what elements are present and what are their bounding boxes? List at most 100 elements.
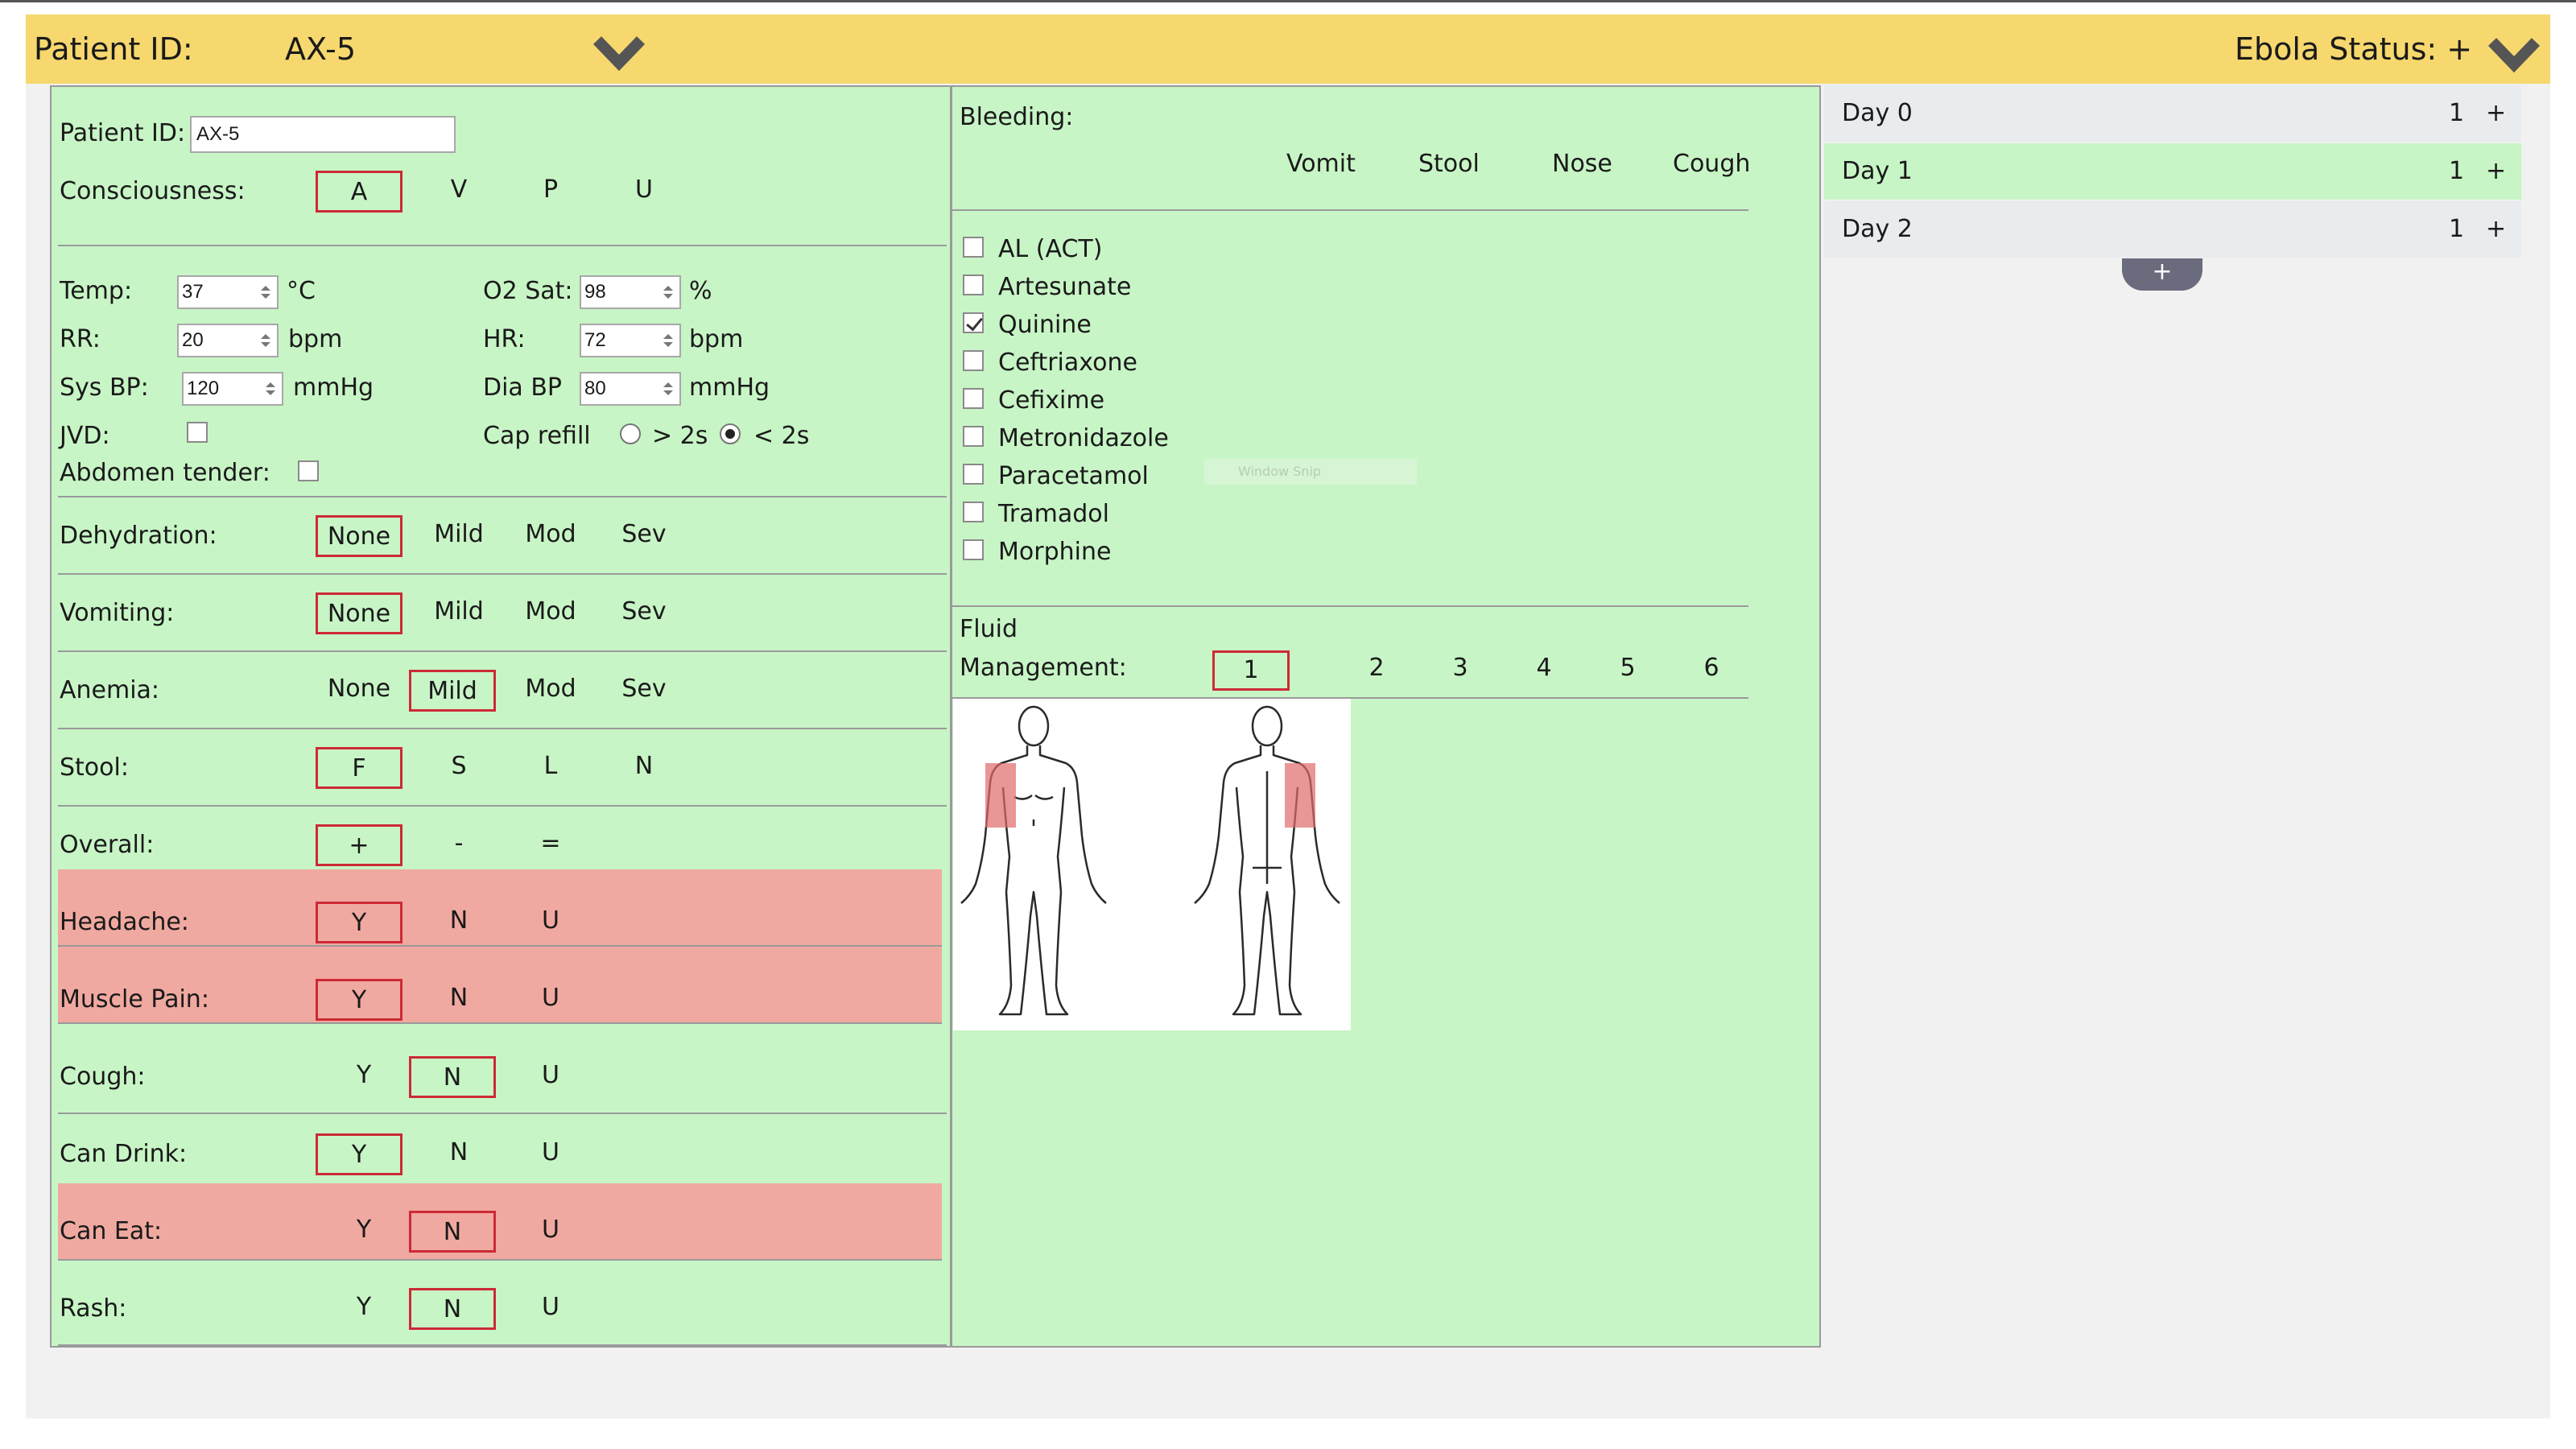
headache-option-y[interactable]: Y — [316, 902, 402, 943]
stool-option-f[interactable]: F — [316, 747, 402, 789]
chevron-down-icon[interactable] — [591, 29, 647, 77]
med-morphine-checkbox[interactable] — [963, 539, 984, 560]
dehydration-option-sev[interactable]: Sev — [609, 515, 679, 557]
can-eat-option-n[interactable]: N — [409, 1211, 496, 1253]
day-add-icon[interactable]: + — [2486, 85, 2506, 142]
stool-option-s[interactable]: S — [435, 747, 483, 789]
consciousness-option-p[interactable]: P — [526, 171, 575, 213]
day-count: 1 — [2449, 99, 2465, 127]
divider — [58, 245, 947, 246]
med-artesunate-checkbox[interactable] — [963, 275, 984, 295]
temp-label: Temp: — [60, 277, 133, 305]
vomiting-option-sev[interactable]: Sev — [609, 592, 679, 634]
overall-option-plus[interactable]: + — [316, 824, 402, 866]
cap-refill-lt2s-radio[interactable] — [720, 423, 741, 444]
fluid-option-3[interactable]: 3 — [1444, 650, 1476, 691]
fluid-option-2[interactable]: 2 — [1360, 650, 1393, 691]
overall-label: Overall: — [60, 831, 155, 859]
cough-option-u[interactable]: U — [526, 1056, 575, 1098]
can-eat-option-u[interactable]: U — [526, 1211, 575, 1253]
fluid-option-5[interactable]: 5 — [1612, 650, 1644, 691]
column-divider — [950, 87, 952, 1346]
rr-input[interactable]: 20 — [177, 324, 279, 357]
patient-id-input[interactable]: AX-5 — [190, 116, 456, 153]
bleeding-col-nose[interactable]: Nose — [1552, 150, 1612, 178]
fluid-management-label: Management: — [960, 654, 1127, 682]
day-add-icon[interactable]: + — [2486, 143, 2506, 200]
med-cefixime-checkbox[interactable] — [963, 388, 984, 409]
bleeding-col-stool[interactable]: Stool — [1418, 150, 1480, 178]
dehydration-option-none[interactable]: None — [316, 515, 402, 557]
vomiting-option-mild[interactable]: Mild — [422, 592, 496, 634]
fluid-option-1[interactable]: 1 — [1212, 650, 1290, 691]
temp-input[interactable]: 37 — [177, 275, 279, 309]
overall-option-equal[interactable]: = — [526, 824, 575, 866]
rash-option-n[interactable]: N — [409, 1288, 496, 1330]
med-tramadol-checkbox[interactable] — [963, 502, 984, 522]
diabp-label: Dia BP — [483, 374, 563, 402]
sysbp-label: Sys BP: — [60, 374, 149, 402]
fluid-option-6[interactable]: 6 — [1695, 650, 1728, 691]
med-al-act-checkbox[interactable] — [963, 237, 984, 258]
day-item[interactable]: Day 2 1 + — [1824, 201, 2521, 258]
rash-option-y[interactable]: Y — [340, 1288, 388, 1330]
can-drink-label: Can Drink: — [60, 1140, 188, 1168]
muscle-pain-option-u[interactable]: U — [526, 979, 575, 1021]
vomiting-option-mod[interactable]: Mod — [515, 592, 586, 634]
rash-option-u[interactable]: U — [526, 1288, 575, 1330]
anemia-option-sev[interactable]: Sev — [609, 670, 679, 712]
consciousness-option-v[interactable]: V — [435, 171, 483, 213]
med-paracetamol-checkbox[interactable] — [963, 464, 984, 485]
spinner-icon[interactable] — [258, 332, 274, 349]
spinner-icon[interactable] — [262, 380, 279, 398]
chevron-down-icon[interactable] — [2486, 31, 2542, 79]
can-drink-option-n[interactable]: N — [435, 1133, 483, 1175]
o2sat-input[interactable]: 98 — [580, 275, 681, 309]
anemia-option-mild[interactable]: Mild — [409, 670, 496, 712]
anemia-option-none[interactable]: None — [316, 670, 402, 712]
day-item[interactable]: Day 0 1 + — [1824, 85, 2521, 142]
cap-refill-gt2s-radio[interactable] — [620, 423, 641, 444]
diabp-input[interactable]: 80 — [580, 372, 681, 406]
dehydration-option-mild[interactable]: Mild — [422, 515, 496, 557]
spinner-icon[interactable] — [660, 332, 676, 349]
add-day-button[interactable]: + — [2122, 258, 2202, 291]
bleeding-col-cough[interactable]: Cough — [1673, 150, 1750, 178]
spinner-icon[interactable] — [258, 283, 274, 301]
spinner-icon[interactable] — [660, 283, 676, 301]
muscle-pain-option-y[interactable]: Y — [316, 979, 402, 1021]
hr-unit: bpm — [689, 325, 744, 353]
anemia-option-mod[interactable]: Mod — [515, 670, 586, 712]
med-ceftriaxone-checkbox[interactable] — [963, 350, 984, 371]
body-diagram[interactable] — [953, 699, 1351, 1030]
stool-option-l[interactable]: L — [526, 747, 575, 789]
headache-option-u[interactable]: U — [526, 902, 575, 943]
muscle-pain-option-n[interactable]: N — [435, 979, 483, 1021]
can-drink-option-u[interactable]: U — [526, 1133, 575, 1175]
bleeding-label: Bleeding: — [960, 103, 1074, 131]
temp-unit: °C — [287, 277, 316, 305]
day-item[interactable]: Day 1 1 + — [1824, 143, 2521, 200]
consciousness-option-a[interactable]: A — [316, 171, 402, 213]
sysbp-input[interactable]: 120 — [182, 372, 283, 406]
med-quinine-checkbox[interactable] — [963, 312, 984, 333]
cough-option-n[interactable]: N — [409, 1056, 496, 1098]
can-drink-option-y[interactable]: Y — [316, 1133, 402, 1175]
cough-option-y[interactable]: Y — [340, 1056, 388, 1098]
bleeding-col-vomit[interactable]: Vomit — [1286, 150, 1356, 178]
jvd-checkbox[interactable] — [187, 422, 208, 443]
stool-option-n[interactable]: N — [620, 747, 668, 789]
hr-input[interactable]: 72 — [580, 324, 681, 357]
fluid-option-4[interactable]: 4 — [1528, 650, 1560, 691]
med-metronidazole-checkbox[interactable] — [963, 426, 984, 447]
day-add-icon[interactable]: + — [2486, 201, 2506, 258]
vomiting-option-none[interactable]: None — [316, 592, 402, 634]
med-cefixime-label: Cefixime — [998, 386, 1105, 415]
consciousness-option-u[interactable]: U — [620, 171, 668, 213]
abdomen-tender-checkbox[interactable] — [298, 460, 319, 481]
overall-option-minus[interactable]: - — [435, 824, 483, 866]
spinner-icon[interactable] — [660, 380, 676, 398]
can-eat-option-y[interactable]: Y — [340, 1211, 388, 1253]
dehydration-option-mod[interactable]: Mod — [515, 515, 586, 557]
headache-option-n[interactable]: N — [435, 902, 483, 943]
